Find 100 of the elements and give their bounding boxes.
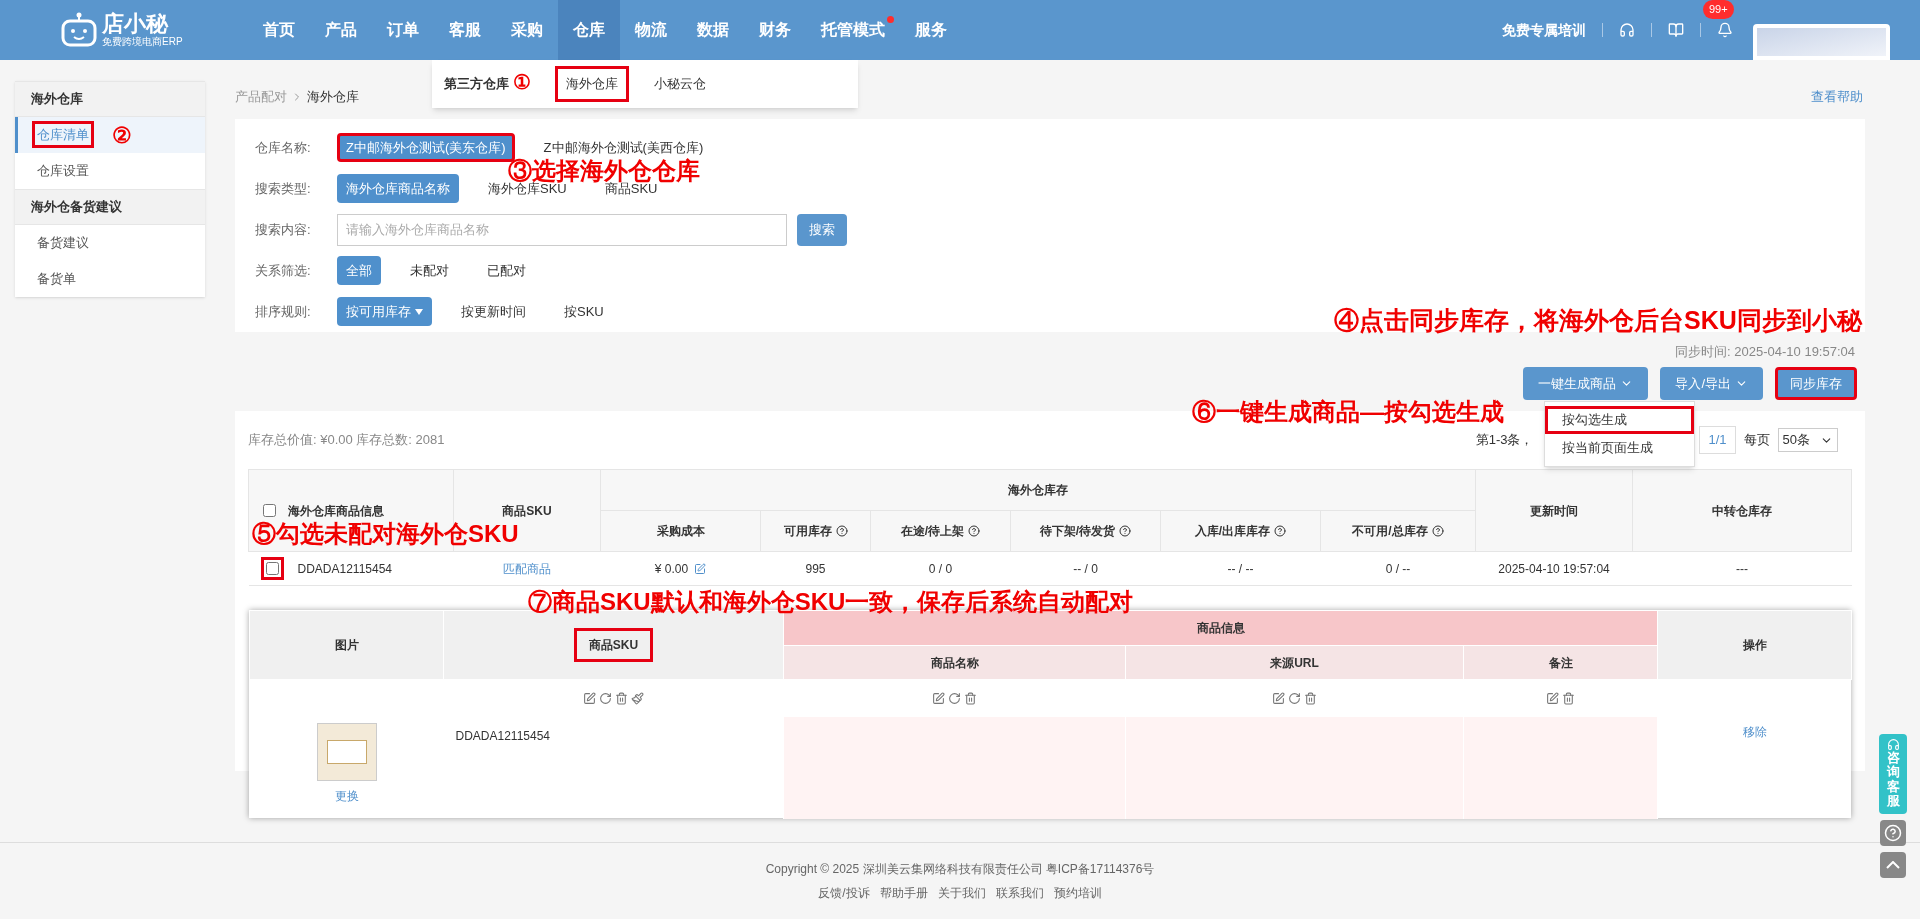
brush-icon[interactable] bbox=[631, 691, 644, 705]
bell-icon[interactable] bbox=[1717, 22, 1733, 38]
footer-link[interactable]: 反馈/投诉 bbox=[818, 884, 870, 902]
dropdown-item[interactable]: 按当前页面生成 bbox=[1545, 434, 1694, 462]
scroll-top-button[interactable] bbox=[1880, 852, 1906, 879]
customer-service-button[interactable]: 咨询客服 bbox=[1879, 734, 1907, 815]
sidebar-section-title: 海外仓库 bbox=[15, 81, 205, 117]
nav-tab[interactable]: 仓库 bbox=[558, 0, 620, 60]
table-cell-text: DDADA12115454 bbox=[297, 560, 392, 578]
nav-tab[interactable]: 托管模式 bbox=[806, 0, 900, 60]
headset-icon[interactable] bbox=[1619, 22, 1635, 38]
notification-badge: 99+ bbox=[1703, 0, 1734, 19]
row-checkbox[interactable] bbox=[265, 562, 279, 575]
column-header: 来源URL bbox=[1125, 645, 1464, 680]
per-page-select[interactable]: 50条 bbox=[1777, 428, 1838, 452]
sidebar-item[interactable]: 备货建议 bbox=[15, 225, 205, 261]
filter-label: 仓库名称: bbox=[255, 138, 312, 157]
column-header: 更新时间 bbox=[1475, 469, 1633, 552]
filter-option[interactable]: 按SKU bbox=[555, 296, 613, 327]
per-page-label: 每页 bbox=[1743, 431, 1770, 450]
trash-icon[interactable] bbox=[1304, 691, 1317, 705]
remove-link[interactable]: 移除 bbox=[1742, 724, 1767, 739]
sidebar-item[interactable]: 备货单 bbox=[15, 261, 205, 297]
submenu-item[interactable]: 小秘云仓 bbox=[643, 66, 717, 102]
sidebar-item[interactable]: 仓库设置 bbox=[15, 153, 205, 189]
edit-icon[interactable] bbox=[1546, 691, 1559, 705]
search-input[interactable]: 请输入海外仓库商品名称 bbox=[337, 213, 787, 246]
column-header: 中转仓库存 bbox=[1632, 469, 1852, 552]
nav-tab[interactable]: 物流 bbox=[620, 0, 682, 60]
filter-label: 排序规则: bbox=[255, 302, 312, 321]
undo-icon[interactable] bbox=[948, 691, 961, 705]
help-icon[interactable] bbox=[968, 525, 981, 537]
undo-icon[interactable] bbox=[1288, 691, 1301, 705]
nav-tab[interactable]: 首页 bbox=[248, 0, 310, 60]
help-link[interactable]: 查看帮助 bbox=[1811, 87, 1863, 107]
table-cell: DDADA12115454 bbox=[455, 728, 550, 743]
action-button[interactable]: 一键生成商品 bbox=[1523, 367, 1649, 400]
nav-tab[interactable]: 服务 bbox=[900, 0, 962, 60]
column-header: 商品名称 bbox=[783, 645, 1126, 680]
filter-label: 搜索内容: bbox=[255, 220, 312, 239]
annotation-label: ⑥一键生成商品—按勾选生成 bbox=[1192, 400, 1504, 424]
filter-option[interactable]: 按可用库存 bbox=[337, 296, 432, 327]
breadcrumb-link[interactable]: 产品配对 bbox=[235, 87, 287, 107]
pagination-range: 第1-3条， bbox=[1475, 431, 1534, 450]
nav-tab[interactable]: 财务 bbox=[744, 0, 806, 60]
help-icon[interactable] bbox=[1274, 525, 1287, 537]
footer-link[interactable]: 联系我们 bbox=[995, 884, 1044, 902]
table-cell: --- bbox=[1736, 561, 1749, 576]
edit-icon[interactable] bbox=[1272, 691, 1285, 705]
column-header: 备注 bbox=[1463, 645, 1658, 680]
match-product-link[interactable]: 匹配商品 bbox=[503, 561, 551, 576]
edit-icon[interactable] bbox=[583, 691, 596, 705]
trash-icon[interactable] bbox=[1562, 691, 1575, 705]
help-icon[interactable] bbox=[1119, 525, 1132, 537]
annotation-label: ⑤勾选未配对海外仓SKU bbox=[252, 522, 519, 546]
filter-option[interactable]: 未配对 bbox=[401, 255, 458, 286]
nav-tab[interactable]: 数据 bbox=[682, 0, 744, 60]
trash-icon[interactable] bbox=[615, 691, 628, 705]
nav-tab[interactable]: 采购 bbox=[496, 0, 558, 60]
edit-icon[interactable] bbox=[932, 691, 945, 705]
robot-logo-icon bbox=[60, 12, 98, 48]
help-button[interactable] bbox=[1880, 820, 1906, 847]
filter-option[interactable]: 海外仓库商品名称 bbox=[337, 173, 459, 204]
column-header: 操作 bbox=[1657, 610, 1852, 680]
filter-label: 搜索类型: bbox=[255, 179, 312, 198]
column-header: 在途/待上架 bbox=[900, 523, 965, 540]
search-button[interactable]: 搜索 bbox=[797, 213, 847, 246]
book-icon[interactable] bbox=[1668, 22, 1684, 38]
table-cell: 2025-04-10 19:57:04 bbox=[1498, 561, 1610, 576]
help-icon[interactable] bbox=[1431, 525, 1444, 537]
dropdown-item[interactable]: 按勾选生成 bbox=[1545, 406, 1694, 434]
filter-option[interactable]: 已配对 bbox=[478, 255, 535, 286]
trash-icon[interactable] bbox=[964, 691, 977, 705]
table-cell: -- / 0 bbox=[1073, 561, 1098, 576]
table-cell: -- / -- bbox=[1227, 561, 1254, 576]
action-button[interactable]: 导入/导出 bbox=[1660, 367, 1763, 400]
filter-option[interactable]: 全部 bbox=[337, 255, 381, 286]
nav-tab[interactable]: 客服 bbox=[434, 0, 496, 60]
logo-subtitle: 免费跨境电商ERP bbox=[102, 37, 183, 47]
page-indicator[interactable]: 1/1 bbox=[1699, 426, 1736, 454]
submenu-group-title: 第三方仓库 bbox=[444, 75, 509, 94]
no-image-placeholder bbox=[316, 722, 377, 781]
nav-tab[interactable]: 订单 bbox=[372, 0, 434, 60]
action-button[interactable]: 同步库存 bbox=[1775, 367, 1857, 400]
footer-link[interactable]: 帮助手册 bbox=[879, 884, 928, 902]
select-all-checkbox[interactable] bbox=[263, 504, 276, 517]
footer-link[interactable]: 预约培训 bbox=[1053, 884, 1102, 902]
edit-icon[interactable] bbox=[694, 562, 707, 575]
training-link[interactable]: 免费专属培训 bbox=[1502, 19, 1586, 41]
help-icon[interactable] bbox=[835, 525, 848, 537]
replace-image-link[interactable]: 更换 bbox=[334, 786, 359, 805]
submenu-item[interactable]: 海外仓库 bbox=[555, 66, 629, 102]
footer-link[interactable]: 关于我们 bbox=[937, 884, 986, 902]
filter-option[interactable]: 按更新时间 bbox=[452, 296, 535, 327]
table-cell: 995 bbox=[805, 561, 826, 576]
copyright-text: Copyright © 2025 深圳美云集网络科技有限责任公司 粤ICP备17114376号 bbox=[765, 861, 1155, 878]
annotation-label: ① bbox=[513, 72, 531, 92]
annotation-label: ② bbox=[112, 125, 132, 147]
nav-tab[interactable]: 产品 bbox=[310, 0, 372, 60]
undo-icon[interactable] bbox=[599, 691, 612, 705]
